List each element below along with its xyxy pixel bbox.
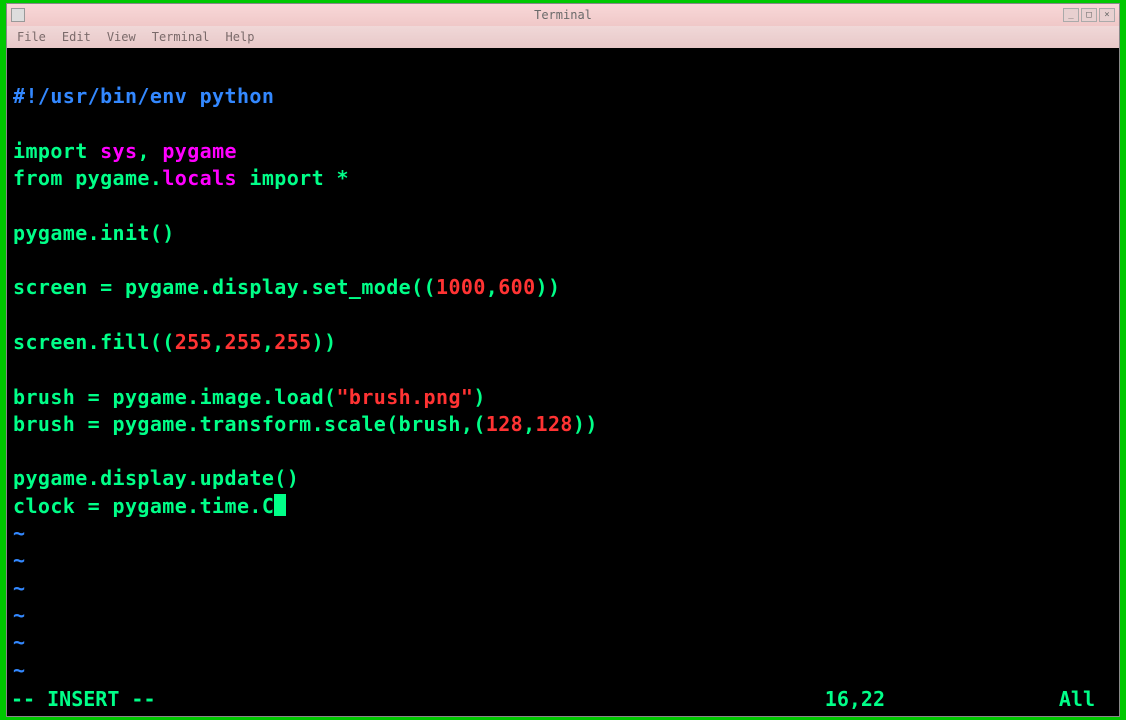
vim-scroll-percent: All — [1059, 687, 1095, 711]
window-controls: _ □ × — [1063, 8, 1115, 22]
window-icon — [11, 8, 25, 22]
menubar: File Edit View Terminal Help — [7, 26, 1119, 48]
vim-tilde: ~ — [13, 630, 25, 654]
vim-tilde: ~ — [13, 603, 25, 627]
terminal-window: Terminal _ □ × File Edit View Terminal H… — [6, 3, 1120, 717]
window-titlebar[interactable]: Terminal _ □ × — [7, 4, 1119, 26]
vim-statusline: -- INSERT -- 16,22 All — [11, 686, 1115, 712]
menu-terminal[interactable]: Terminal — [152, 30, 210, 44]
menu-help[interactable]: Help — [226, 30, 255, 44]
minimize-button[interactable]: _ — [1063, 8, 1079, 22]
code-line-4: from pygame.locals import * — [13, 166, 349, 190]
code-line-16: clock = pygame.time.C — [13, 494, 274, 518]
vim-tilde: ~ — [13, 658, 25, 682]
menu-file[interactable]: File — [17, 30, 46, 44]
vim-cursor-position: 16,22 — [825, 687, 885, 711]
vim-tilde: ~ — [13, 548, 25, 572]
code-line-8: screen = pygame.display.set_mode((1000,6… — [13, 275, 560, 299]
window-title: Terminal — [534, 8, 592, 22]
menu-edit[interactable]: Edit — [62, 30, 91, 44]
code-line-1: #!/usr/bin/env python — [13, 84, 274, 108]
close-button[interactable]: × — [1099, 8, 1115, 22]
vim-tilde: ~ — [13, 521, 25, 545]
code-line-12: brush = pygame.image.load("brush.png") — [13, 385, 486, 409]
code-line-13: brush = pygame.transform.scale(brush,(12… — [13, 412, 598, 436]
editor-area[interactable]: #!/usr/bin/env python import sys, pygame… — [9, 50, 1117, 714]
code-line-6: pygame.init() — [13, 221, 175, 245]
code-line-3: import sys, pygame — [13, 139, 237, 163]
code-line-15: pygame.display.update() — [13, 466, 299, 490]
menu-view[interactable]: View — [107, 30, 136, 44]
text-cursor — [274, 494, 286, 516]
vim-tilde: ~ — [13, 576, 25, 600]
maximize-button[interactable]: □ — [1081, 8, 1097, 22]
vim-mode: -- INSERT -- — [11, 687, 156, 711]
code-line-10: screen.fill((255,255,255)) — [13, 330, 337, 354]
